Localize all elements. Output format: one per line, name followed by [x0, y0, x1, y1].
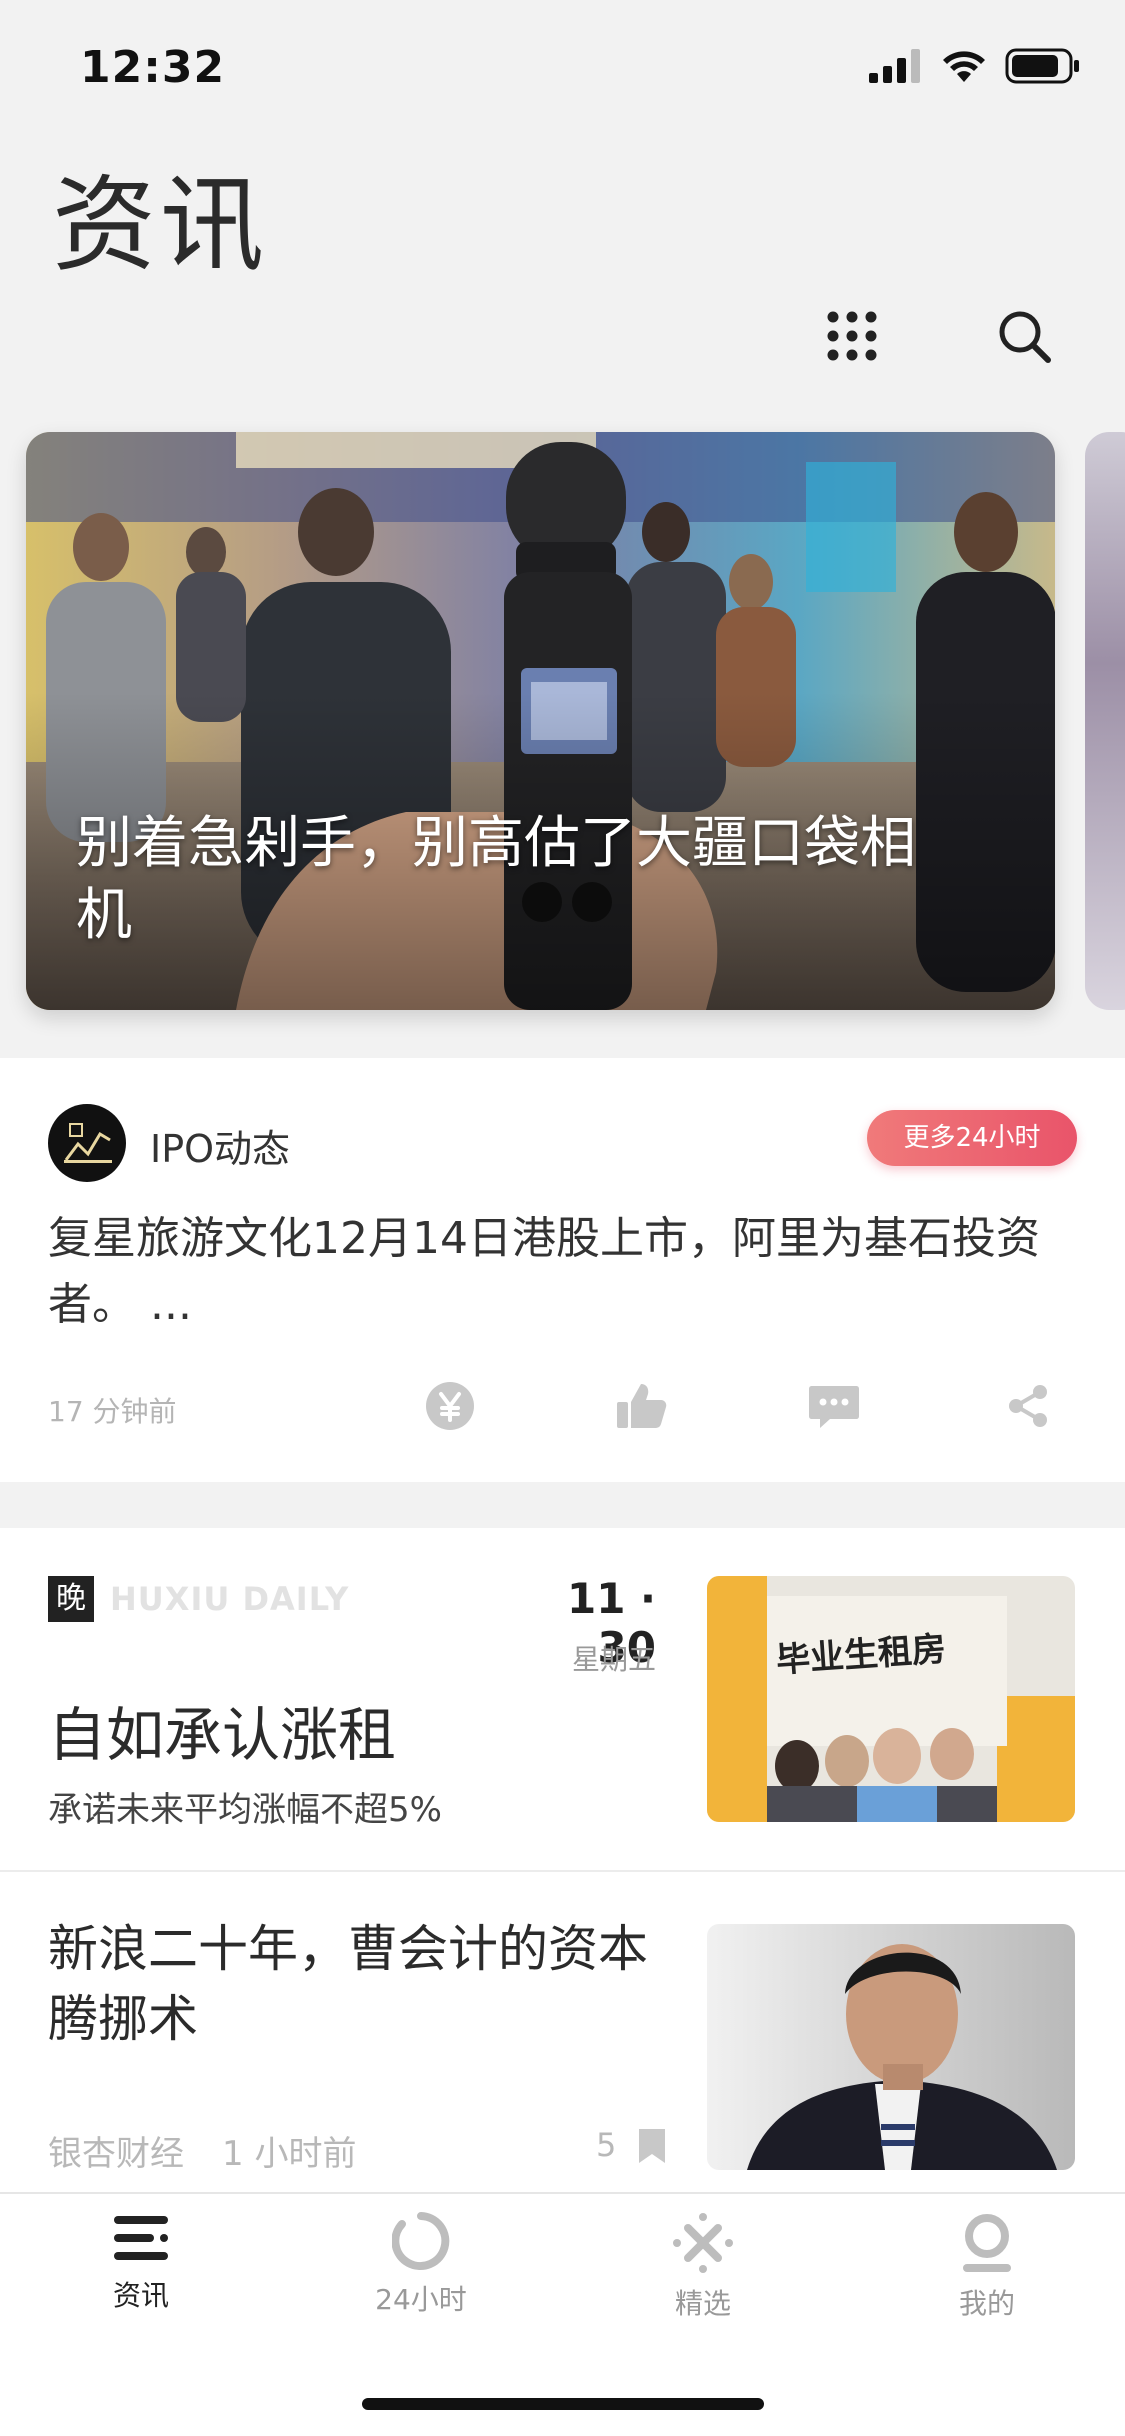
tab-label-featured: 精选: [674, 2287, 731, 2320]
home-indicator: [362, 2398, 764, 2410]
daily-weekday: 星期五: [571, 1643, 656, 1676]
tab-label-24h: 24小时: [375, 2283, 467, 2316]
tab-label-news: 资讯: [112, 2279, 169, 2312]
wifi-icon: [943, 51, 985, 82]
daily-thumbnail-image: 毕业生租房: [707, 1576, 1075, 1822]
daily-brand: HUXIU DAILY: [110, 1580, 350, 1618]
next-hero-card-peek[interactable]: [1085, 432, 1125, 1010]
daily-title[interactable]: 自如承认涨租: [48, 1688, 396, 1772]
article-time: 1 小时前: [222, 2134, 357, 2174]
article-thumbnail-image: [707, 1924, 1075, 2170]
article-title[interactable]: 新浪二十年，曹会计的资本腾挪术: [48, 1914, 678, 2054]
clock-ring-icon: [392, 2212, 450, 2270]
article-thumbnail[interactable]: [707, 1924, 1075, 2170]
profile-icon: [963, 2214, 1011, 2272]
hero-card[interactable]: 别着急剁手，别高估了大疆口袋相机: [26, 432, 1055, 1010]
sparkle-icon: [673, 2213, 733, 2273]
tab-24h[interactable]: 24小时: [321, 2212, 521, 2342]
bookmark-count: 5: [596, 2126, 617, 2164]
column-name: IPO动态: [150, 1127, 291, 1171]
daily-subtitle: 承诺未来平均涨幅不超5%: [48, 1790, 442, 1830]
article-source: 银杏财经: [48, 2134, 184, 2174]
search-icon[interactable]: [996, 308, 1054, 366]
more-24h-button[interactable]: 更多24小时: [867, 1110, 1077, 1166]
ipo-chart-logo: [64, 1123, 112, 1163]
status-icons: [869, 48, 1081, 84]
status-bar: 12:32: [0, 0, 1125, 132]
evening-badge: 晚: [48, 1576, 94, 1622]
status-time: 12:32: [80, 42, 226, 93]
share-icon[interactable]: [1002, 1380, 1054, 1432]
bookmark-icon[interactable]: [636, 2126, 668, 2166]
tab-profile[interactable]: 我的: [887, 2212, 1087, 2342]
news-icon: [114, 2216, 168, 2260]
tab-news[interactable]: 资讯: [41, 2212, 241, 2342]
grid-menu-icon[interactable]: [826, 310, 878, 362]
signal-icon: [869, 49, 920, 83]
section-divider: [0, 1482, 1125, 1528]
tab-label-profile: 我的: [958, 2287, 1015, 2320]
hero-title: 别着急剁手，别高估了大疆口袋相机: [76, 811, 916, 948]
flash-time: 17 分钟前: [48, 1395, 177, 1428]
battery-icon: [1005, 48, 1079, 84]
page-title: 资讯: [52, 164, 269, 286]
yen-reward-icon[interactable]: [424, 1380, 476, 1432]
flash-news-text[interactable]: 复星旅游文化12月14日港股上市，阿里为基石投资者。 ...: [48, 1206, 1078, 1338]
daily-thumbnail[interactable]: 毕业生租房: [707, 1576, 1075, 1822]
like-icon[interactable]: [615, 1380, 667, 1432]
tab-featured[interactable]: 精选: [603, 2212, 803, 2342]
comment-icon[interactable]: [808, 1380, 860, 1432]
ipo-avatar: [48, 1104, 126, 1182]
